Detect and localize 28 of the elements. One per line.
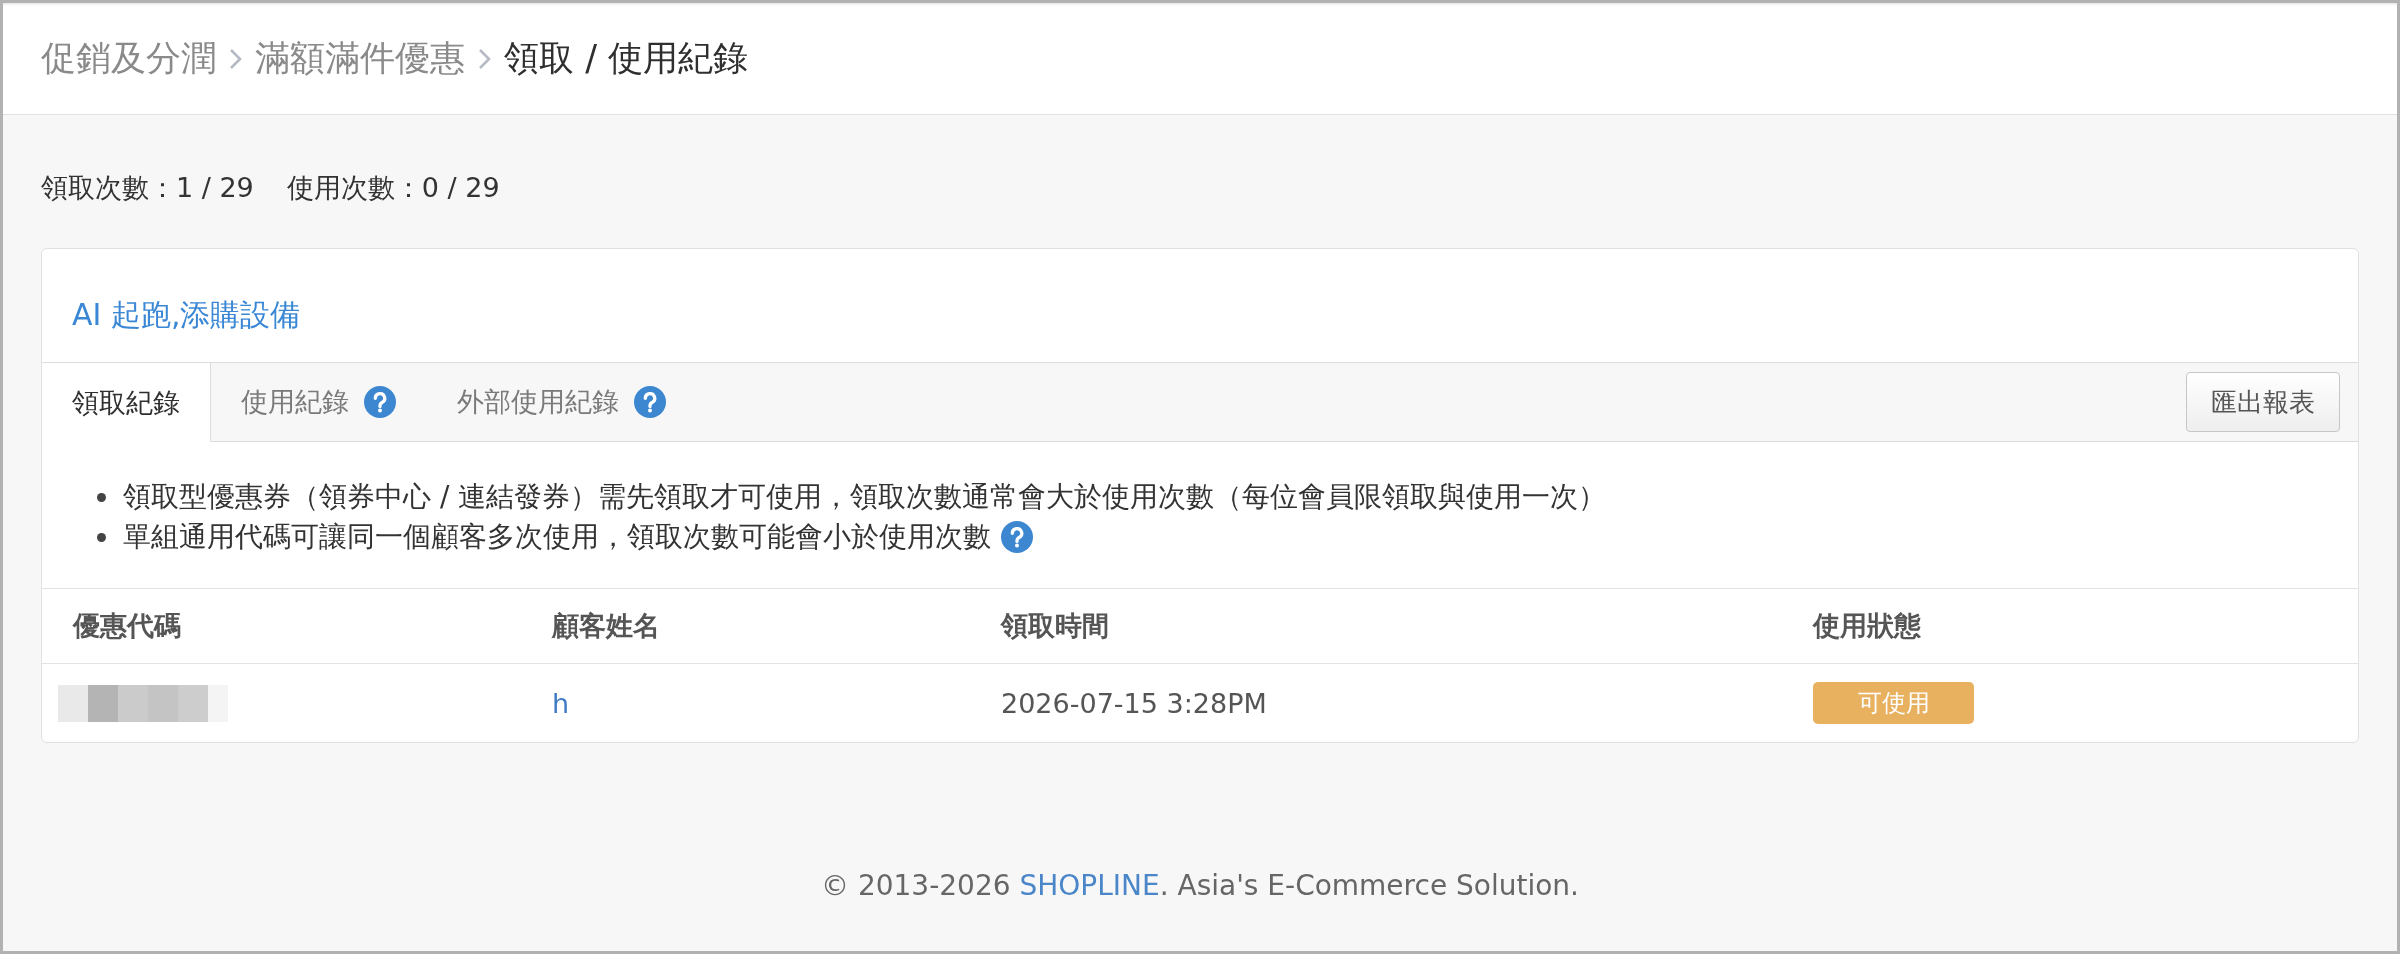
bullet-dot-icon xyxy=(97,532,106,542)
card-title: AI 起跑,添購設備 xyxy=(72,295,301,334)
column-header: 優惠代碼 xyxy=(73,609,182,643)
brand-link[interactable]: SHOPLINE xyxy=(1019,869,1160,902)
count-text: 使用次數：0 / 29 xyxy=(286,171,500,205)
breadcrumb-current-page: 領取 / 使用紀錄 xyxy=(504,37,749,80)
help-icon[interactable] xyxy=(1001,521,1033,553)
tab[interactable]: 外部使用紀錄 xyxy=(427,363,697,441)
export-report-button[interactable]: 匯出報表 xyxy=(2186,372,2340,432)
table-cell-text: 2026-07-15 3:28PM xyxy=(1001,687,1268,719)
help-icon[interactable] xyxy=(364,386,396,418)
note-text: 領取型優惠券（領券中心 / 連結發券）需先領取才可使用，領取次數通常會大於使用次數（每位會員限領取與使用一次） xyxy=(123,479,1607,515)
chevron-icon xyxy=(229,47,242,70)
count-text: 領取次數：1 / 29 xyxy=(41,171,254,205)
help-icon[interactable] xyxy=(634,386,666,418)
customer-name-link[interactable]: h xyxy=(552,687,570,719)
footer-text: © 2013-2026 SHOPLINE. Asia's E-Commerce Solution. xyxy=(821,869,1579,903)
note-text: 單組通用代碼可讓同一個顧客多次使用，領取次數可能會小於使用次數 xyxy=(123,519,991,555)
tab[interactable]: 領取紀錄 xyxy=(42,363,211,442)
tab[interactable]: 使用紀錄 xyxy=(211,363,427,441)
column-header: 顧客姓名 xyxy=(552,609,661,643)
status-badge: 可使用 xyxy=(1813,682,1974,724)
column-header: 領取時間 xyxy=(1001,609,1110,643)
chevron-icon xyxy=(478,47,491,70)
bullet-dot-icon xyxy=(97,492,106,502)
column-header: 使用狀態 xyxy=(1813,609,1922,643)
breadcrumb-link[interactable]: 滿額滿件優惠 xyxy=(255,35,465,82)
breadcrumb-link[interactable]: 促銷及分潤 xyxy=(41,35,216,82)
